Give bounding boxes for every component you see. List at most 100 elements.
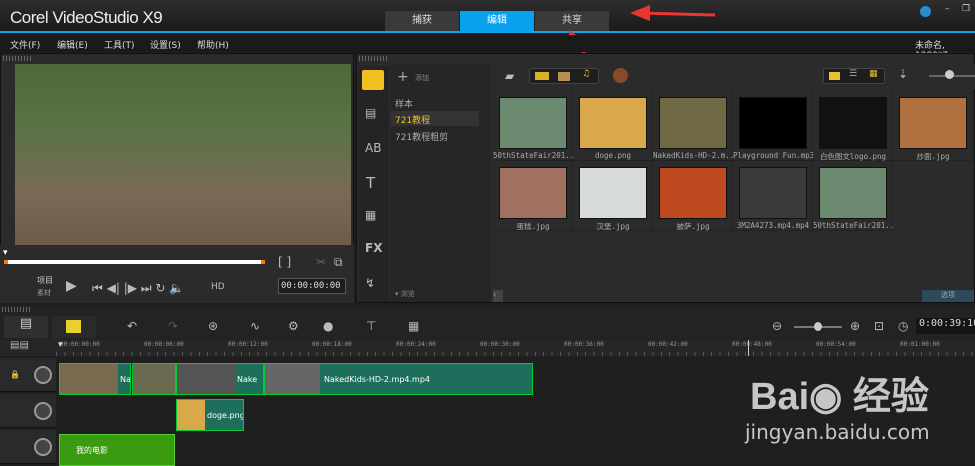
storyboard-view-button[interactable] — [52, 316, 96, 338]
video-clip[interactable]: Nake — [176, 363, 264, 395]
media-item[interactable]: 50thStateFair201... — [493, 91, 573, 161]
thumbnail-view-icon[interactable] — [829, 72, 840, 80]
motion-tracking-icon[interactable]: ● — [323, 319, 333, 333]
media-name: 3M2A4273.mp4.mp4 — [736, 221, 810, 230]
project-mode-label[interactable]: 项目 — [37, 275, 53, 286]
redo-icon[interactable]: ↷ — [168, 319, 178, 333]
clip-label: 我的电影 — [76, 446, 108, 455]
auto-music-icon[interactable]: ⚙ — [288, 319, 299, 333]
watermark-logo: Bai◉ 经验 — [750, 376, 929, 418]
zoom-knob[interactable] — [814, 322, 822, 331]
title-bar: Corel VideoStudio X9 捕获 编辑 共享 – ❐ — [0, 0, 975, 33]
add-icon[interactable]: + — [397, 69, 409, 85]
media-item[interactable]: 汉堡.jpg — [573, 161, 653, 231]
reel-icon[interactable] — [34, 402, 52, 420]
play-icon[interactable]: ▶ — [66, 278, 77, 294]
sound-mixer-icon[interactable]: ∿ — [250, 319, 260, 333]
scrubber-handle[interactable]: ▾ — [3, 248, 8, 258]
multi-camera-icon[interactable]: ▦ — [408, 319, 419, 333]
transition-icon[interactable]: AB — [365, 141, 381, 155]
timecode-field[interactable]: 00:00:00:00 — [278, 278, 346, 294]
media-name: 50thStateFair201... — [813, 221, 893, 230]
subtitle-editor-icon[interactable]: ⊤ — [366, 319, 376, 333]
media-item[interactable]: NakedKids-HD-2.m... — [653, 91, 733, 161]
media-thumbnail — [499, 167, 567, 219]
hd-label[interactable]: HD — [211, 282, 225, 292]
fit-project-icon[interactable]: ⊡ — [874, 319, 884, 333]
tab-capture[interactable]: 捕获 — [385, 11, 459, 31]
online-icon[interactable] — [613, 68, 628, 83]
media-icon[interactable] — [362, 70, 384, 90]
clip-mode-label[interactable]: 素材 — [37, 288, 51, 298]
photo-filter-icon[interactable] — [558, 72, 570, 81]
title-icon[interactable]: T — [366, 174, 375, 192]
track-manager-icon[interactable]: ▤▤ — [10, 340, 29, 351]
media-item[interactable]: 披萨.jpg — [653, 161, 733, 231]
scissors-icon[interactable]: ✂ — [316, 255, 326, 269]
sort-icon[interactable]: ⇣ — [898, 67, 908, 81]
media-item[interactable]: 炒面.jpg — [893, 91, 973, 161]
folder-item-selected[interactable]: 721教程 — [391, 111, 479, 126]
tab-edit[interactable]: 编辑 — [460, 11, 534, 31]
audio-filter-icon[interactable]: ♫ — [582, 69, 590, 79]
panel-grip[interactable] — [2, 307, 30, 312]
media-item[interactable]: 白色图文logo.png — [813, 91, 893, 161]
timeline-view-button[interactable]: ▤ — [4, 316, 48, 338]
reel-icon[interactable] — [34, 366, 52, 384]
zoom-out-icon[interactable]: ⊖ — [772, 319, 782, 333]
instant-project-icon[interactable]: ▤ — [365, 106, 376, 120]
options-button[interactable]: 选项 — [922, 290, 974, 302]
media-item[interactable]: 蛋糕.jpg — [493, 161, 573, 231]
media-thumbnail — [739, 167, 807, 219]
menu-tools[interactable]: 工具(T) — [104, 38, 135, 51]
list-view-icon[interactable]: ☰ — [849, 69, 857, 79]
timeline-toolbar: ▤ ↶ ↷ ⊛ ∿ ⚙ ● ⊤ ▦ ⊖ ⊕ ⊡ ◷ 0:00:39:10 — [0, 305, 975, 340]
media-item[interactable]: Playground Fun.mp3 — [733, 91, 813, 161]
media-name: 汉堡.jpg — [596, 222, 630, 231]
folder-icon[interactable]: ▰ — [505, 69, 514, 83]
restore-icon[interactable]: ❐ — [962, 4, 970, 14]
grid-view-icon[interactable]: ▦ — [869, 69, 878, 79]
copy-icon[interactable]: ⧉ — [334, 255, 343, 270]
menu-settings[interactable]: 设置(S) — [150, 38, 181, 51]
mark-in-icon[interactable]: [ ] — [278, 255, 291, 269]
graphics-icon[interactable]: ▦ — [365, 208, 376, 222]
media-item[interactable]: doge.png — [573, 91, 653, 161]
path-icon[interactable]: ↯ — [365, 276, 375, 290]
panel-grip[interactable] — [359, 56, 387, 61]
menu-file[interactable]: 文件(F) — [10, 38, 40, 51]
trim-bar[interactable] — [4, 260, 265, 264]
collapse-icon[interactable]: ‹ — [493, 290, 503, 302]
title-clip[interactable]: 我的电影 — [59, 434, 175, 466]
playhead[interactable]: ▾ — [58, 340, 63, 350]
menu-help[interactable]: 帮助(H) — [197, 38, 229, 51]
browse-button[interactable]: ▾ 浏览 — [395, 289, 415, 299]
ruler-tick-label: 00:00:24:00 — [396, 341, 436, 348]
clip-label: doge.png — [207, 411, 244, 420]
media-item[interactable]: 3M2A4273.mp4.mp4 — [733, 161, 813, 231]
transport-icons[interactable]: ⏮ ◀| |▶ ⏭ ↻ 🔈 — [92, 281, 184, 296]
menu-edit[interactable]: 编辑(E) — [57, 38, 88, 51]
folder-item[interactable]: 721教程粗剪 — [395, 130, 448, 143]
reel-icon[interactable] — [34, 438, 52, 456]
zoom-in-icon[interactable]: ⊕ — [850, 319, 860, 333]
ruler-tick-label: 00:00:00:00 — [60, 341, 100, 348]
media-thumbnail — [499, 97, 567, 149]
minimize-icon[interactable]: – — [945, 4, 950, 14]
media-item[interactable]: 50thStateFair201... — [813, 161, 893, 231]
panel-grip[interactable] — [3, 56, 31, 61]
add-folder-button[interactable]: 添加 — [415, 73, 429, 83]
record-capture-icon[interactable]: ⊛ — [208, 319, 218, 333]
fx-icon[interactable]: FX — [365, 241, 382, 255]
help-icon[interactable] — [920, 6, 931, 17]
library-panel: ▤ AB T ▦ FX ↯ + 添加 样本 721教程 721教程粗剪 ▾ 浏览… — [356, 53, 975, 303]
lock-icon[interactable]: 🔒 — [10, 370, 20, 379]
video-clip[interactable] — [132, 363, 176, 395]
video-filter-icon[interactable] — [535, 72, 549, 80]
undo-icon[interactable]: ↶ — [127, 319, 137, 333]
folder-item[interactable]: 样本 — [395, 97, 413, 110]
video-clip[interactable]: NakedKids-HD-2.mp4.mp4 — [264, 363, 533, 395]
overlay-clip[interactable]: doge.png — [176, 399, 244, 431]
video-clip[interactable]: Nak — [59, 363, 131, 395]
slider-knob[interactable] — [945, 70, 954, 79]
